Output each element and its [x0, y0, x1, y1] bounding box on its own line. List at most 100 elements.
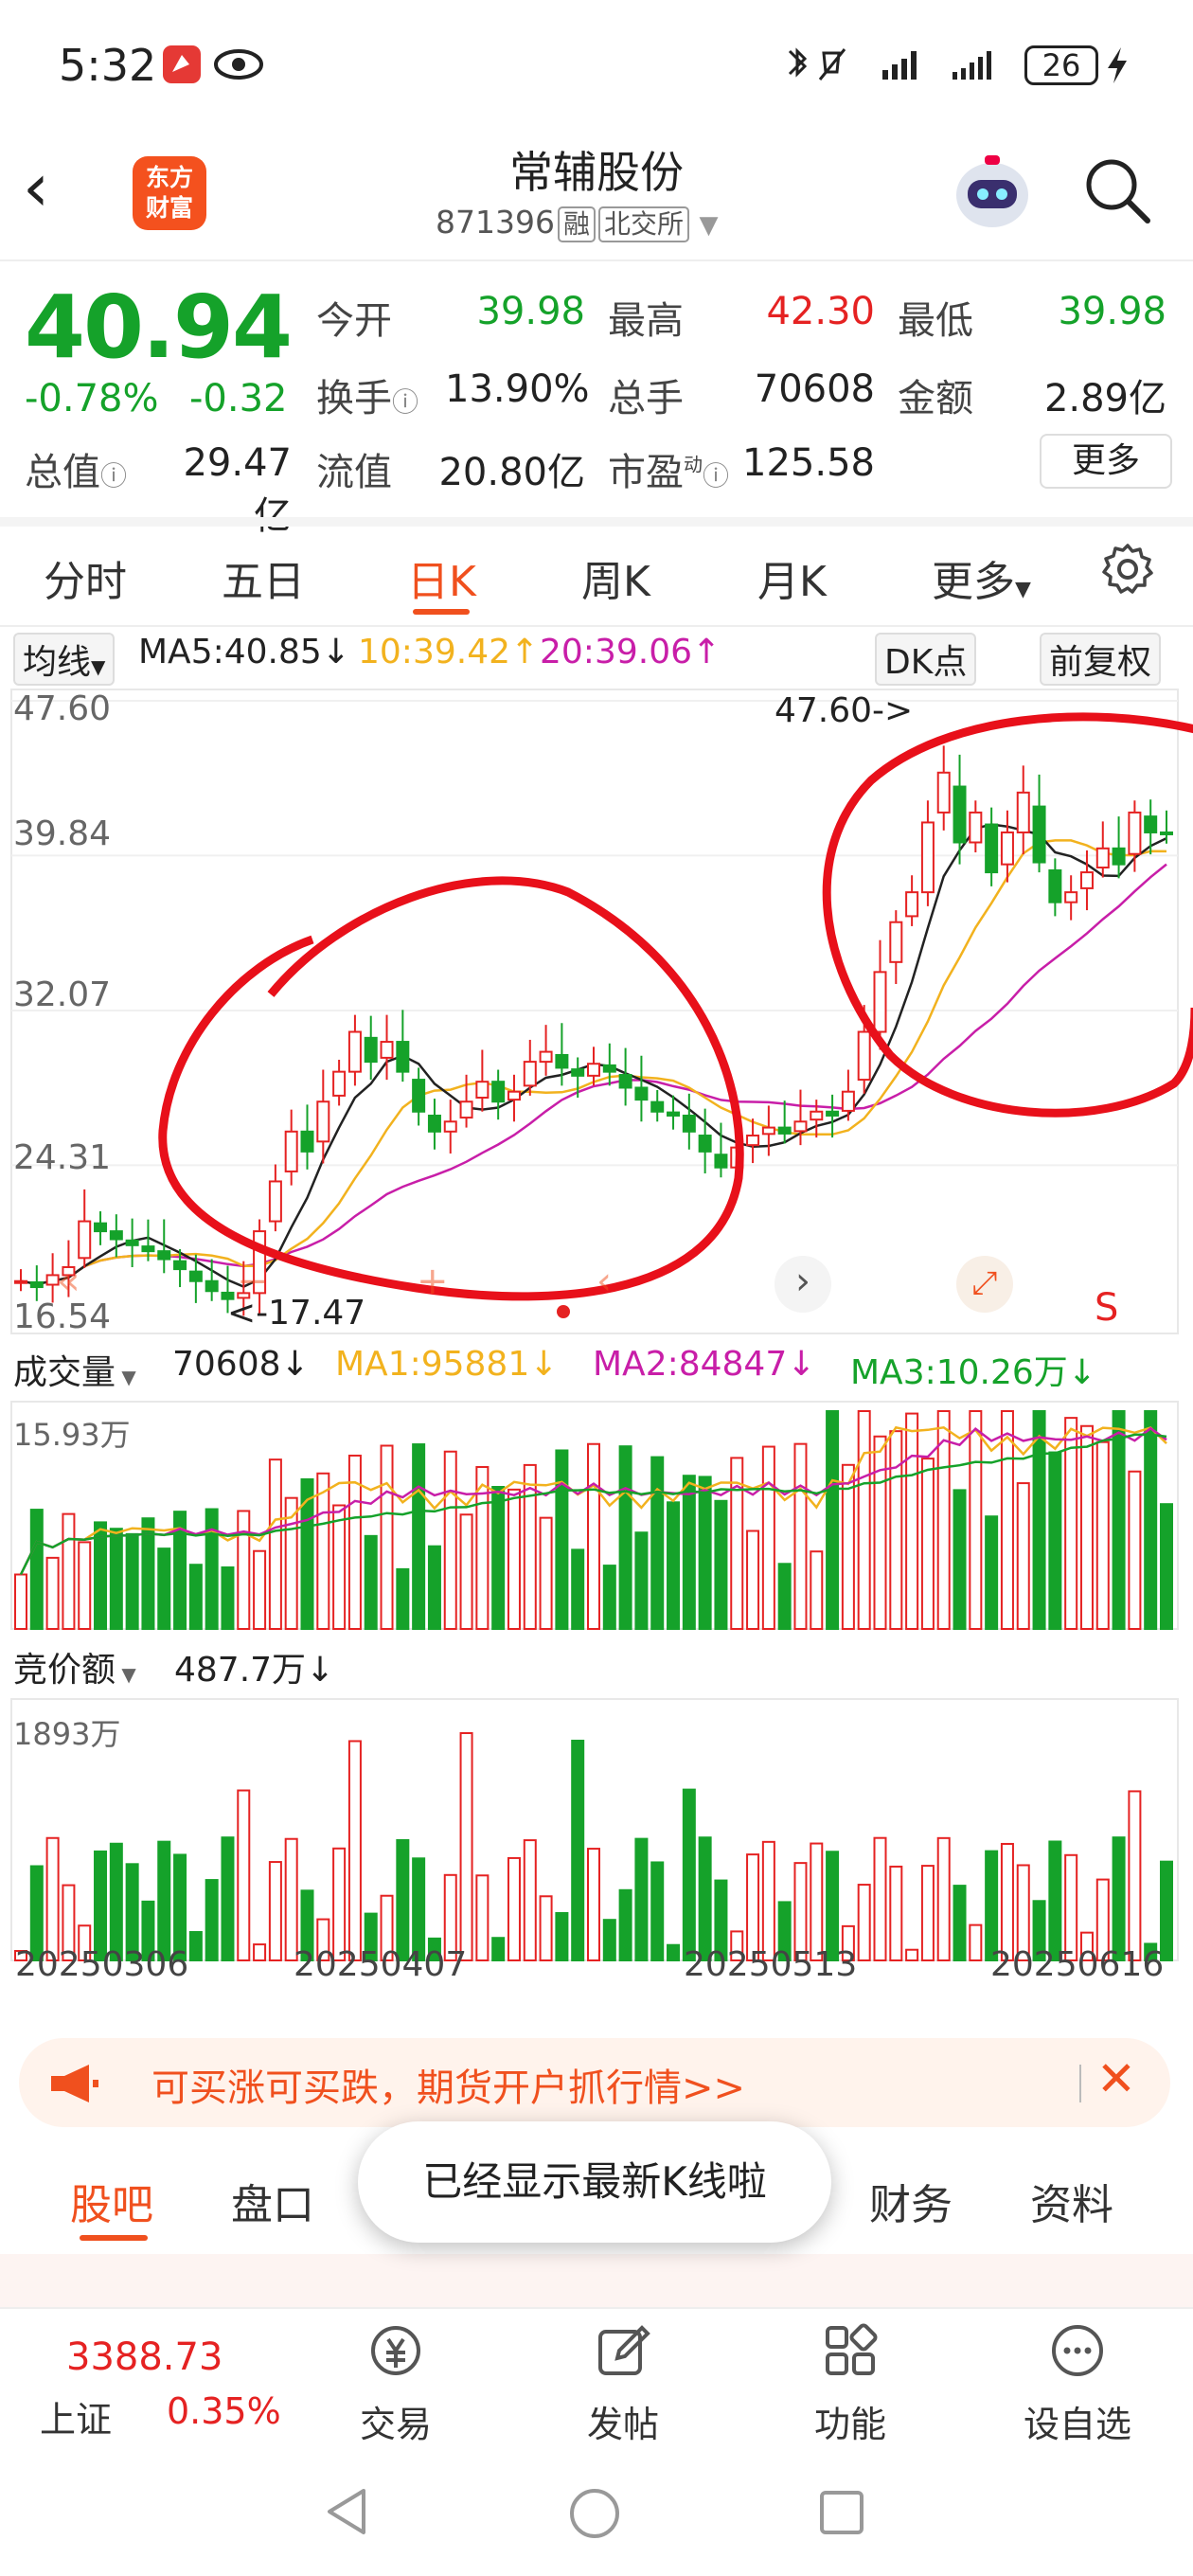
date-label: 20250407 — [294, 1945, 468, 1984]
volume-bar — [618, 1445, 632, 1630]
auction-bar — [507, 1856, 521, 1962]
promo-text[interactable]: 可买涨可买跌，期货开户抓行情>> — [151, 2057, 745, 2112]
robot-assistant-icon[interactable] — [947, 152, 1038, 237]
candle-body — [1000, 831, 1014, 866]
fullscreen-icon[interactable]: ⤢ — [956, 1256, 1013, 1313]
nav-recents-icon[interactable] — [818, 2489, 865, 2536]
auction-bar — [618, 1888, 632, 1962]
scroll-right-icon[interactable]: › — [775, 1256, 831, 1313]
candle-body — [793, 1120, 808, 1133]
volume-selector[interactable]: 成交量 ▼ — [13, 1345, 136, 1394]
pe-label: 市盈动ⓘ — [608, 451, 730, 494]
auction-bar — [634, 1837, 649, 1961]
auction-bars — [14, 1732, 1173, 1962]
volume-bar — [268, 1458, 282, 1631]
volume-bar — [364, 1534, 378, 1631]
candle-body — [889, 921, 903, 963]
tab-daily-k[interactable]: 日K — [407, 547, 476, 608]
nav-post[interactable]: 发帖 — [547, 2311, 699, 2447]
back-button[interactable]: ‹ — [23, 154, 80, 225]
scroll-left-fast-icon[interactable]: « — [57, 1260, 80, 1303]
volume-bar — [1000, 1410, 1014, 1630]
volume-bar — [1160, 1503, 1173, 1630]
auction-bar — [94, 1850, 108, 1961]
auction-selector[interactable]: 竞价额 ▼ — [13, 1642, 136, 1691]
volume-bar — [443, 1450, 457, 1631]
tab-profile[interactable]: 资料 — [1030, 2171, 1113, 2231]
news-strip — [0, 2254, 1193, 2307]
more-button[interactable]: 更多 — [1040, 434, 1172, 489]
auction-bar — [347, 1740, 362, 1962]
candle-body — [491, 1081, 506, 1103]
auction-bar — [539, 1895, 553, 1962]
nav-home-icon[interactable] — [568, 2487, 621, 2540]
nav-back-icon[interactable] — [322, 2485, 369, 2538]
index-change[interactable]: 0.35% — [167, 2390, 281, 2432]
volume-bar — [953, 1489, 967, 1631]
section-divider — [0, 517, 1193, 527]
candle-body — [810, 1110, 824, 1121]
nav-add-watchlist[interactable]: 设自选 — [1002, 2311, 1153, 2447]
app-logo[interactable]: 东方 财富 — [133, 156, 206, 230]
nav-functions[interactable]: 功能 — [775, 2311, 926, 2447]
tab-weekly-k[interactable]: 周K — [581, 547, 650, 608]
low-value: 39.98 — [1058, 290, 1166, 333]
volume-bar — [539, 1516, 553, 1631]
tab-five-day[interactable]: 五日 — [222, 547, 305, 608]
volume-bar — [1079, 1424, 1094, 1630]
dk-points-toggle[interactable]: DK点 — [875, 633, 977, 686]
auction-bar — [1112, 1836, 1126, 1962]
adjustment-selector[interactable]: 前复权 — [1040, 633, 1162, 686]
candle-body — [920, 821, 935, 894]
candle-body — [618, 1074, 632, 1089]
index-value[interactable]: 3388.73 — [66, 2335, 223, 2379]
volume-bar — [873, 1435, 887, 1630]
ma-selector[interactable]: 均线▼ — [13, 633, 116, 686]
auction-bar — [985, 1850, 999, 1961]
tab-financials[interactable]: 财务 — [869, 2171, 953, 2231]
active-bottom-tab-indicator — [80, 2235, 148, 2241]
info-icon[interactable]: ⓘ — [703, 460, 729, 492]
zoom-out-icon[interactable]: − — [237, 1260, 269, 1303]
open-label: 今开 — [316, 299, 392, 343]
megaphone-icon — [51, 2065, 98, 2102]
tabs-divider — [0, 625, 1193, 627]
volume-bar — [380, 1444, 394, 1631]
date-label: 20250616 — [990, 1945, 1165, 1984]
candle-body — [443, 1120, 457, 1133]
tab-more[interactable]: 更多▼ — [932, 547, 1031, 608]
candle-body — [841, 1090, 855, 1112]
stock-code-row[interactable]: 871396 融北交所 ▼ — [436, 204, 719, 242]
search-icon[interactable] — [1081, 154, 1153, 226]
tab-monthly-k[interactable]: 月K — [757, 547, 827, 608]
candle-body — [380, 1041, 394, 1059]
candle-body — [125, 1239, 139, 1246]
candle-body — [714, 1154, 728, 1169]
info-icon[interactable]: ⓘ — [392, 386, 418, 418]
candle-body — [1144, 815, 1158, 833]
scroll-left-icon[interactable]: ‹ — [596, 1260, 612, 1303]
auction-bar — [523, 1839, 537, 1962]
auction-bar — [157, 1840, 171, 1961]
auction-bar — [284, 1837, 298, 1961]
close-icon[interactable]: ✕ — [1096, 2051, 1136, 2106]
auction-bar — [969, 1923, 983, 1962]
candle-body — [109, 1230, 123, 1241]
tab-forum[interactable]: 股吧 — [70, 2171, 153, 2231]
auction-bar — [188, 1931, 203, 1961]
page-indicator-dot — [557, 1305, 570, 1318]
nav-trade[interactable]: 交易 — [320, 2311, 472, 2447]
edit-icon — [598, 2325, 650, 2375]
tab-order-book[interactable]: 盘口 — [231, 2171, 314, 2231]
signal-s-marker[interactable]: S — [1095, 1286, 1118, 1330]
settings-gear-icon[interactable] — [1100, 542, 1155, 597]
zoom-in-icon[interactable]: + — [417, 1260, 449, 1303]
tab-intraday[interactable]: 分时 — [44, 547, 127, 608]
index-name[interactable]: 上证 — [40, 2390, 112, 2442]
ma10-value: 10:39.42↑ — [358, 633, 540, 671]
auction-bar — [237, 1789, 251, 1961]
candles — [14, 745, 1173, 1316]
info-icon[interactable]: ⓘ — [100, 460, 127, 492]
auction-bar — [555, 1912, 569, 1961]
volume-bar — [650, 1456, 665, 1631]
